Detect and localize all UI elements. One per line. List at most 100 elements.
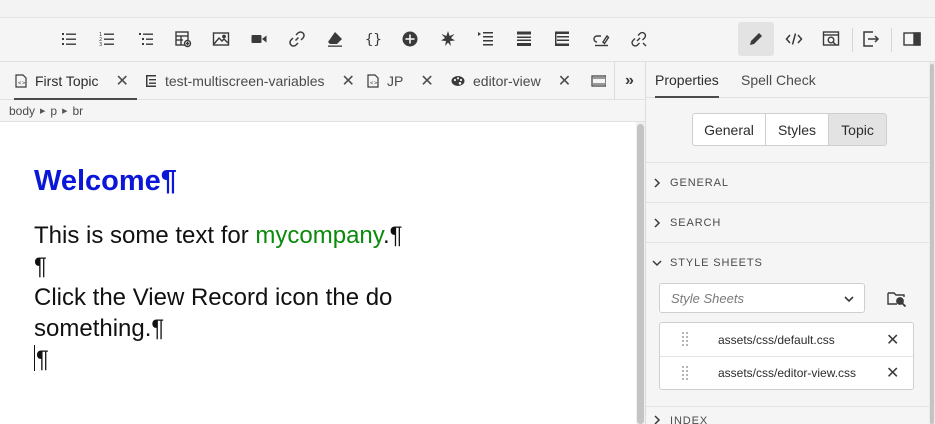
text-segment: ¶ bbox=[36, 346, 49, 373]
preview-icon[interactable] bbox=[816, 22, 846, 56]
text-caret bbox=[34, 345, 35, 371]
toolbar-separator bbox=[891, 28, 892, 52]
pencil-author-icon[interactable] bbox=[738, 22, 774, 56]
section-title: GENERAL bbox=[670, 176, 729, 189]
drag-handle-icon[interactable] bbox=[682, 366, 688, 380]
editor-toolbar: 123 {} bbox=[0, 18, 935, 62]
insert-table-icon[interactable] bbox=[168, 22, 198, 56]
toolbar-separator bbox=[852, 28, 853, 52]
chevron-right-icon bbox=[654, 177, 661, 188]
editor-scrollbar-thumb[interactable] bbox=[637, 124, 644, 424]
panel-scrollbar[interactable] bbox=[929, 62, 935, 424]
bulleted-list-icon[interactable] bbox=[54, 22, 84, 56]
window-top-strip bbox=[0, 0, 935, 18]
asterisk-icon[interactable] bbox=[433, 22, 463, 56]
add-circle-icon[interactable] bbox=[395, 22, 425, 56]
topic-file-icon: <> bbox=[15, 74, 27, 88]
style-sheet-name: assets/css/default.css bbox=[718, 332, 835, 347]
numbered-list-icon[interactable]: 123 bbox=[92, 22, 122, 56]
paragraph-mark[interactable]: ¶ bbox=[34, 251, 636, 282]
element-block-icon[interactable] bbox=[509, 22, 539, 56]
tab-label: First Topic bbox=[35, 73, 99, 89]
tabs-overflow-button[interactable]: » bbox=[614, 62, 644, 100]
link-edit-icon[interactable] bbox=[586, 22, 616, 56]
section-style-sheets[interactable]: STYLE SHEETS bbox=[646, 242, 930, 282]
close-icon[interactable]: ✕ bbox=[342, 71, 355, 91]
properties-segmented-control: General Styles Topic bbox=[692, 113, 887, 146]
table-layout-icon[interactable] bbox=[547, 22, 577, 56]
tab-label: JP bbox=[387, 73, 404, 89]
chevron-right-icon bbox=[654, 415, 661, 424]
list-indent-icon[interactable] bbox=[471, 22, 501, 56]
segment-topic[interactable]: Topic bbox=[829, 114, 886, 145]
breadcrumb-item-br[interactable]: br bbox=[73, 104, 84, 118]
text-segment: This is some text for bbox=[34, 222, 256, 249]
browse-folder-icon[interactable] bbox=[886, 287, 908, 309]
text-segment: .¶ bbox=[382, 222, 403, 249]
tab-editor-view[interactable]: editor-view ✕ bbox=[450, 62, 571, 100]
tab-overflow-preview[interactable] bbox=[590, 62, 606, 100]
insert-image-icon[interactable] bbox=[206, 22, 236, 56]
unlink-icon[interactable] bbox=[624, 22, 654, 56]
code-braces-icon[interactable]: {} bbox=[358, 22, 388, 56]
editor-canvas[interactable]: Welcome¶ This is some text for mycompany… bbox=[0, 122, 636, 424]
segment-styles[interactable]: Styles bbox=[766, 114, 829, 145]
tab-properties[interactable]: Properties bbox=[655, 62, 719, 98]
tab-label: editor-view bbox=[473, 73, 541, 89]
topic-heading[interactable]: Welcome¶ bbox=[34, 164, 636, 198]
paragraph-line-3[interactable]: Click the View Record icon the do someth… bbox=[34, 282, 474, 344]
section-title: SEARCH bbox=[670, 216, 722, 229]
paragraph-cursor-line[interactable]: ¶ bbox=[34, 344, 636, 375]
breadcrumb-item-p[interactable]: p bbox=[50, 104, 57, 118]
palette-icon bbox=[451, 76, 465, 86]
style-sheets-select[interactable]: Style Sheets bbox=[659, 283, 865, 313]
svg-text:<>: <> bbox=[370, 81, 378, 87]
variable-mycompany[interactable]: mycompany bbox=[255, 222, 383, 249]
close-icon[interactable]: ✕ bbox=[558, 71, 571, 91]
svg-text:3: 3 bbox=[99, 42, 102, 48]
panel-tabs: Properties Spell Check bbox=[646, 62, 930, 98]
segment-general[interactable]: General bbox=[693, 114, 766, 145]
style-sheet-name: assets/css/editor-view.css bbox=[718, 366, 857, 380]
close-icon[interactable]: ✕ bbox=[420, 71, 433, 91]
video-frame-icon bbox=[591, 75, 606, 87]
tab-spell-check[interactable]: Spell Check bbox=[741, 62, 816, 98]
tab-label: test-multiscreen-variables bbox=[165, 73, 325, 89]
chevron-down-icon bbox=[652, 259, 662, 266]
tab-jp[interactable]: <> JP ✕ bbox=[366, 62, 434, 100]
editor-scrollbar[interactable] bbox=[636, 122, 645, 424]
map-file-icon bbox=[146, 75, 156, 87]
eraser-icon[interactable] bbox=[320, 22, 350, 56]
remove-icon[interactable]: ✕ bbox=[886, 330, 899, 350]
tab-test-multiscreen-variables[interactable]: test-multiscreen-variables ✕ bbox=[144, 62, 355, 100]
section-title: STYLE SHEETS bbox=[670, 256, 763, 269]
panel-scrollbar-thumb[interactable] bbox=[930, 64, 934, 424]
close-icon[interactable]: ✕ bbox=[116, 71, 129, 91]
paragraph-line-1[interactable]: This is some text for mycompany.¶ bbox=[34, 220, 636, 251]
breadcrumb-item-body[interactable]: body bbox=[9, 104, 35, 118]
select-placeholder: Style Sheets bbox=[671, 290, 744, 306]
style-sheet-list: assets/css/default.css ✕ assets/css/edit… bbox=[659, 322, 914, 390]
remove-icon[interactable]: ✕ bbox=[886, 363, 899, 383]
drag-handle-icon[interactable] bbox=[682, 332, 688, 346]
style-sheet-row[interactable]: assets/css/default.css ✕ bbox=[660, 323, 913, 356]
svg-text:{}: {} bbox=[365, 32, 382, 48]
section-general[interactable]: GENERAL bbox=[646, 162, 930, 202]
chevron-right-icon bbox=[654, 217, 661, 228]
tab-first-topic[interactable]: <> First Topic ✕ bbox=[14, 62, 137, 100]
svg-text:<>: <> bbox=[18, 81, 26, 87]
section-index[interactable]: INDEX bbox=[646, 406, 930, 424]
topic-file-icon: <> bbox=[367, 74, 379, 88]
style-sheet-row[interactable]: assets/css/editor-view.css ✕ bbox=[660, 356, 913, 389]
breadcrumb-separator-icon: ▶ bbox=[62, 107, 68, 115]
export-icon[interactable] bbox=[856, 22, 886, 56]
insert-link-icon[interactable] bbox=[282, 22, 312, 56]
multilevel-list-icon[interactable] bbox=[131, 22, 161, 56]
insert-video-icon[interactable] bbox=[244, 22, 274, 56]
toggle-panel-icon[interactable] bbox=[897, 22, 927, 56]
properties-panel: Properties Spell Check General Styles To… bbox=[645, 62, 935, 424]
chevron-down-icon bbox=[844, 296, 854, 303]
document-tabs: <> First Topic ✕ test-multiscreen-variab… bbox=[0, 62, 645, 100]
section-search[interactable]: SEARCH bbox=[646, 202, 930, 242]
source-code-icon[interactable] bbox=[779, 22, 809, 56]
